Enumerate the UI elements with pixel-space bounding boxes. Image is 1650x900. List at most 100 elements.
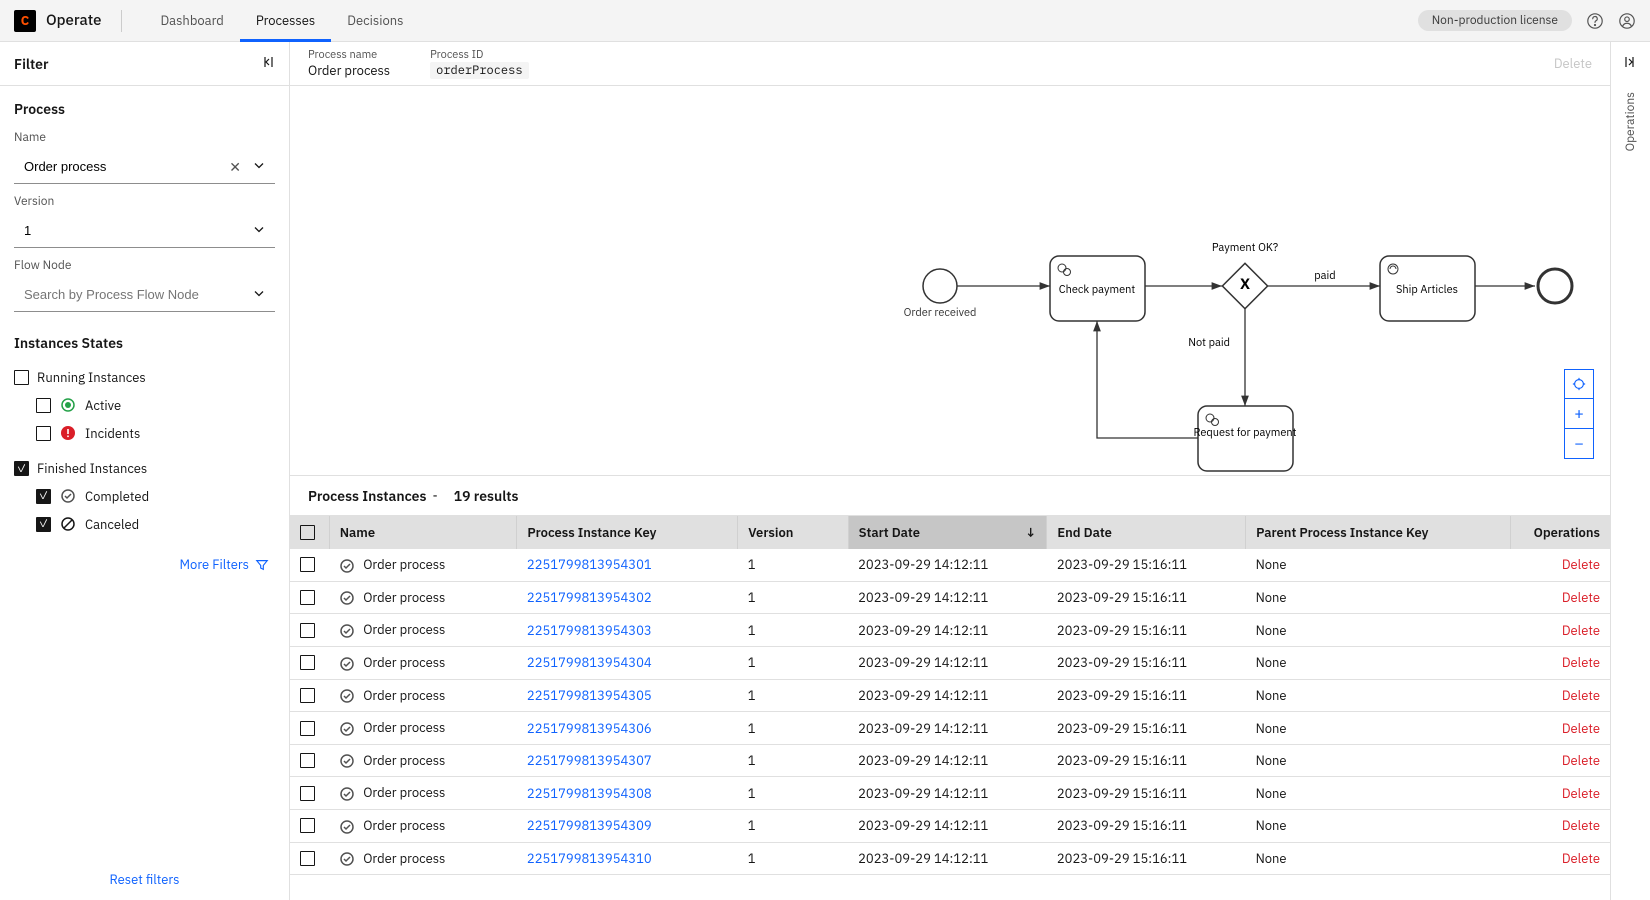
- cell-version: 1: [738, 549, 848, 581]
- row-delete-button[interactable]: Delete: [1511, 777, 1610, 810]
- diagram-reset-button[interactable]: [1564, 369, 1594, 399]
- user-icon[interactable]: [1618, 12, 1636, 30]
- svg-text:X: X: [1240, 275, 1250, 294]
- row-delete-button[interactable]: Delete: [1511, 549, 1610, 581]
- incidents-checkbox[interactable]: [36, 426, 51, 441]
- instance-key-link[interactable]: 2251799813954301: [517, 549, 738, 581]
- cell-name: Order process: [329, 810, 517, 843]
- app-title: Operate: [46, 11, 101, 30]
- cell-start: 2023-09-29 14:12:11: [848, 712, 1047, 745]
- canceled-checkbox[interactable]: [36, 517, 51, 532]
- row-delete-button[interactable]: Delete: [1511, 646, 1610, 679]
- instance-key-link[interactable]: 2251799813954310: [517, 842, 738, 875]
- cell-parent: None: [1246, 744, 1511, 777]
- cell-parent: None: [1246, 614, 1511, 647]
- row-checkbox[interactable]: [300, 688, 315, 703]
- instance-key-link[interactable]: 2251799813954305: [517, 679, 738, 712]
- col-parent[interactable]: Parent Process Instance Key: [1246, 516, 1511, 549]
- flow-node-label: Flow Node: [14, 258, 275, 273]
- collapse-filters-icon[interactable]: [259, 54, 275, 74]
- svg-text:Ship Articles: Ship Articles: [1396, 283, 1458, 297]
- nav-processes[interactable]: Processes: [240, 0, 331, 42]
- row-checkbox[interactable]: [300, 753, 315, 768]
- finished-checkbox[interactable]: [14, 461, 29, 476]
- cell-start: 2023-09-29 14:12:11: [848, 810, 1047, 843]
- table-row: Order process 2251799813954304 1 2023-09…: [290, 646, 1610, 679]
- row-delete-button[interactable]: Delete: [1511, 842, 1610, 875]
- completed-icon: [339, 656, 355, 672]
- row-checkbox[interactable]: [300, 655, 315, 670]
- reset-filters-link[interactable]: Reset filters: [110, 871, 180, 888]
- cell-end: 2023-09-29 15:16:11: [1047, 712, 1246, 745]
- help-icon[interactable]: [1586, 12, 1604, 30]
- cell-end: 2023-09-29 15:16:11: [1047, 744, 1246, 777]
- bpmn-diagram[interactable]: Order received Check payment X Payment O…: [290, 86, 1610, 476]
- flow-node-select[interactable]: [14, 278, 275, 312]
- instance-key-link[interactable]: 2251799813954303: [517, 614, 738, 647]
- nav-decisions[interactable]: Decisions: [331, 0, 419, 42]
- cell-version: 1: [738, 712, 848, 745]
- operations-label: Operations: [1623, 92, 1638, 151]
- active-label: Active: [85, 397, 121, 414]
- more-filters-link[interactable]: More Filters: [14, 556, 275, 573]
- row-checkbox[interactable]: [300, 721, 315, 736]
- header-divider: [121, 10, 122, 32]
- cell-name: Order process: [329, 744, 517, 777]
- row-delete-button[interactable]: Delete: [1511, 679, 1610, 712]
- cell-parent: None: [1246, 777, 1511, 810]
- svg-text:Order received: Order received: [904, 306, 977, 320]
- instances-table: Name Process Instance Key Version Start …: [290, 516, 1610, 875]
- expand-operations-icon[interactable]: [1623, 54, 1639, 74]
- instance-key-link[interactable]: 2251799813954308: [517, 777, 738, 810]
- table-row: Order process 2251799813954303 1 2023-09…: [290, 614, 1610, 647]
- table-row: Order process 2251799813954309 1 2023-09…: [290, 810, 1610, 843]
- completed-icon: [339, 786, 355, 802]
- svg-text:Check payment: Check payment: [1059, 283, 1136, 297]
- col-version[interactable]: Version: [738, 516, 848, 549]
- instance-key-link[interactable]: 2251799813954304: [517, 646, 738, 679]
- col-key[interactable]: Process Instance Key: [517, 516, 738, 549]
- row-delete-button[interactable]: Delete: [1511, 614, 1610, 647]
- clear-name-icon[interactable]: ✕: [229, 158, 241, 176]
- row-checkbox[interactable]: [300, 851, 315, 866]
- row-checkbox[interactable]: [300, 557, 315, 572]
- zoom-in-button[interactable]: +: [1564, 399, 1594, 429]
- instance-key-link[interactable]: 2251799813954302: [517, 581, 738, 614]
- col-start-date[interactable]: Start Date↓: [848, 516, 1047, 549]
- zoom-out-button[interactable]: −: [1564, 429, 1594, 459]
- col-name[interactable]: Name: [329, 516, 517, 549]
- process-header: Process name Order process Process ID or…: [290, 42, 1610, 86]
- process-section-title: Process: [14, 100, 275, 118]
- running-checkbox[interactable]: [14, 370, 29, 385]
- select-all-checkbox[interactable]: [300, 525, 315, 540]
- version-select[interactable]: [14, 214, 275, 248]
- row-checkbox[interactable]: [300, 786, 315, 801]
- cell-parent: None: [1246, 581, 1511, 614]
- cell-end: 2023-09-29 15:16:11: [1047, 810, 1246, 843]
- row-delete-button[interactable]: Delete: [1511, 581, 1610, 614]
- process-id-label: Process ID: [430, 48, 528, 62]
- instance-key-link[interactable]: 2251799813954307: [517, 744, 738, 777]
- cell-start: 2023-09-29 14:12:11: [848, 842, 1047, 875]
- row-checkbox[interactable]: [300, 623, 315, 638]
- cell-version: 1: [738, 842, 848, 875]
- instance-key-link[interactable]: 2251799813954309: [517, 810, 738, 843]
- row-delete-button[interactable]: Delete: [1511, 712, 1610, 745]
- row-delete-button[interactable]: Delete: [1511, 810, 1610, 843]
- instance-key-link[interactable]: 2251799813954306: [517, 712, 738, 745]
- cell-version: 1: [738, 810, 848, 843]
- delete-process-button[interactable]: Delete: [1554, 55, 1592, 72]
- completed-checkbox[interactable]: [36, 489, 51, 504]
- cell-end: 2023-09-29 15:16:11: [1047, 646, 1246, 679]
- cell-start: 2023-09-29 14:12:11: [848, 581, 1047, 614]
- row-checkbox[interactable]: [300, 590, 315, 605]
- nav-dashboard[interactable]: Dashboard: [144, 0, 239, 42]
- row-delete-button[interactable]: Delete: [1511, 744, 1610, 777]
- completed-icon: [339, 558, 355, 574]
- active-checkbox[interactable]: [36, 398, 51, 413]
- col-end-date[interactable]: End Date: [1047, 516, 1246, 549]
- cell-start: 2023-09-29 14:12:11: [848, 614, 1047, 647]
- table-row: Order process 2251799813954310 1 2023-09…: [290, 842, 1610, 875]
- completed-icon: [339, 819, 355, 835]
- row-checkbox[interactable]: [300, 818, 315, 833]
